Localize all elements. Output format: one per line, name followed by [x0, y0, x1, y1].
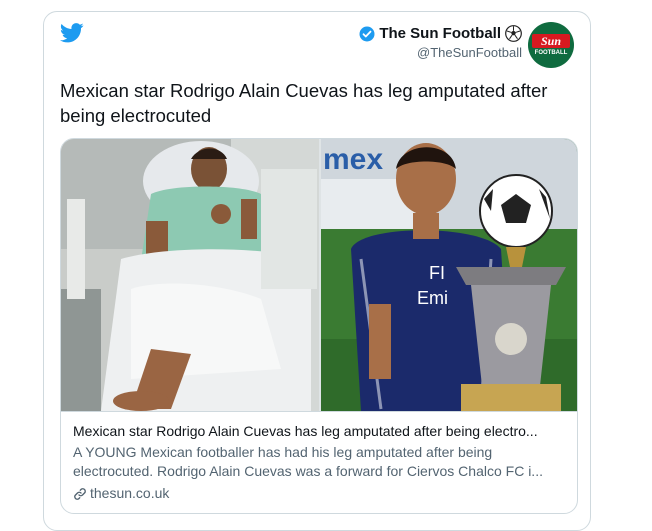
- shirt-text-1: FI: [429, 263, 445, 283]
- sign-text: mex: [323, 143, 383, 176]
- tweet-text: Mexican star Rodrigo Alain Cuevas has le…: [60, 80, 548, 126]
- card-domain[interactable]: thesun.co.uk: [73, 484, 567, 503]
- sun-logo-subtext: FOOTBALL: [534, 50, 568, 56]
- card-info[interactable]: Mexican star Rodrigo Alain Cuevas has le…: [61, 411, 577, 513]
- card-description: A YOUNG Mexican footballer has had his l…: [73, 444, 543, 479]
- link-icon: [74, 487, 86, 500]
- sun-logo: Sun: [532, 34, 570, 48]
- shirt-text-2: Emi: [417, 288, 448, 308]
- tweet-embed[interactable]: The Sun Football @TheSunFootball Sun FOO…: [43, 11, 591, 531]
- verified-badge-icon: [359, 26, 375, 41]
- soccer-ball-emoji: [505, 25, 522, 42]
- link-card[interactable]: mex FI Emi Mexican star Rodrigo Alain Cu…: [60, 138, 578, 514]
- card-media[interactable]: mex FI Emi: [61, 139, 577, 411]
- avatar[interactable]: Sun FOOTBALL: [528, 22, 574, 68]
- tweet-author[interactable]: The Sun Football @TheSunFootball Sun FOO…: [359, 22, 574, 70]
- card-title[interactable]: Mexican star Rodrigo Alain Cuevas has le…: [73, 422, 567, 441]
- trophy-photo: mex FI Emi: [321, 139, 577, 411]
- author-name[interactable]: The Sun Football: [379, 25, 501, 42]
- twitter-bird-icon[interactable]: [60, 23, 84, 43]
- hospital-photo: [61, 139, 319, 411]
- author-handle[interactable]: @TheSunFootball: [359, 45, 522, 60]
- card-domain-text[interactable]: thesun.co.uk: [90, 484, 169, 503]
